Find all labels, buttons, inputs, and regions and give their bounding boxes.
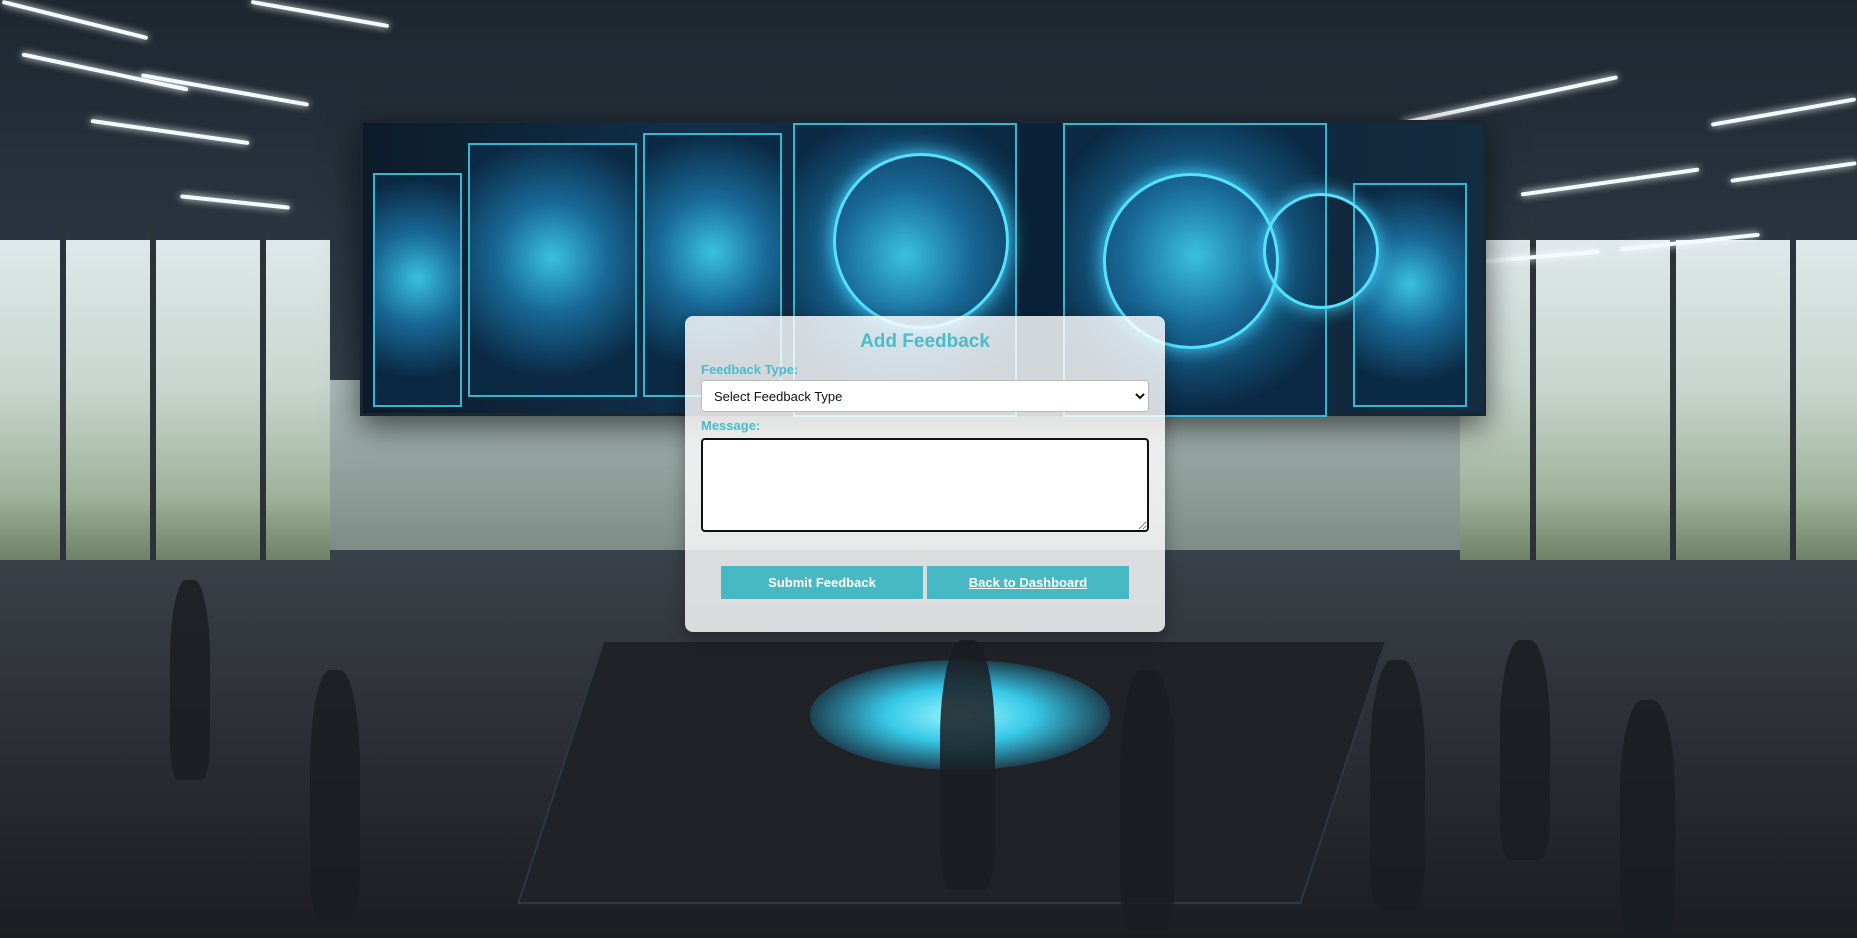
ceiling-light [250, 0, 390, 29]
ceiling-light [1401, 75, 1619, 125]
feedback-type-select[interactable]: Select Feedback Type [701, 380, 1149, 412]
ceiling-light [21, 52, 189, 92]
gym-person [1620, 700, 1675, 938]
message-label: Message: [701, 418, 761, 433]
window-wall-right [1460, 240, 1857, 560]
display-panel [373, 173, 462, 407]
gym-person [170, 580, 210, 780]
window-mullion [150, 230, 156, 570]
ceiling-light [1730, 161, 1857, 183]
gym-person [940, 640, 995, 890]
gym-person [1370, 660, 1425, 910]
hologram-ring [833, 153, 1009, 329]
submit-feedback-button[interactable]: Submit Feedback [721, 566, 923, 599]
add-feedback-card: Add Feedback Feedback Type: Select Feedb… [685, 316, 1165, 632]
display-panel [1353, 183, 1467, 407]
hologram-ring [1263, 193, 1379, 309]
window-mullion [260, 230, 266, 570]
back-to-dashboard-link[interactable]: Back to Dashboard [927, 566, 1129, 599]
window-wall-left [0, 240, 330, 560]
form-actions: Submit Feedback Back to Dashboard [701, 566, 1149, 599]
gym-person [1500, 640, 1550, 860]
gym-person [310, 670, 360, 920]
ceiling-light [90, 118, 250, 146]
ceiling-light [1, 0, 149, 41]
feedback-type-label: Feedback Type: [701, 362, 799, 377]
ceiling-light [180, 194, 290, 210]
window-mullion [1530, 230, 1536, 570]
window-mullion [60, 230, 66, 570]
gym-person [1120, 670, 1175, 930]
display-panel [468, 143, 637, 397]
form-title: Add Feedback [860, 331, 990, 352]
window-mullion [1790, 230, 1796, 570]
window-mullion [1670, 230, 1676, 570]
ceiling-light [1710, 97, 1857, 127]
message-textarea[interactable] [701, 438, 1149, 532]
ceiling-light [1520, 167, 1700, 197]
ceiling-light [140, 73, 310, 107]
